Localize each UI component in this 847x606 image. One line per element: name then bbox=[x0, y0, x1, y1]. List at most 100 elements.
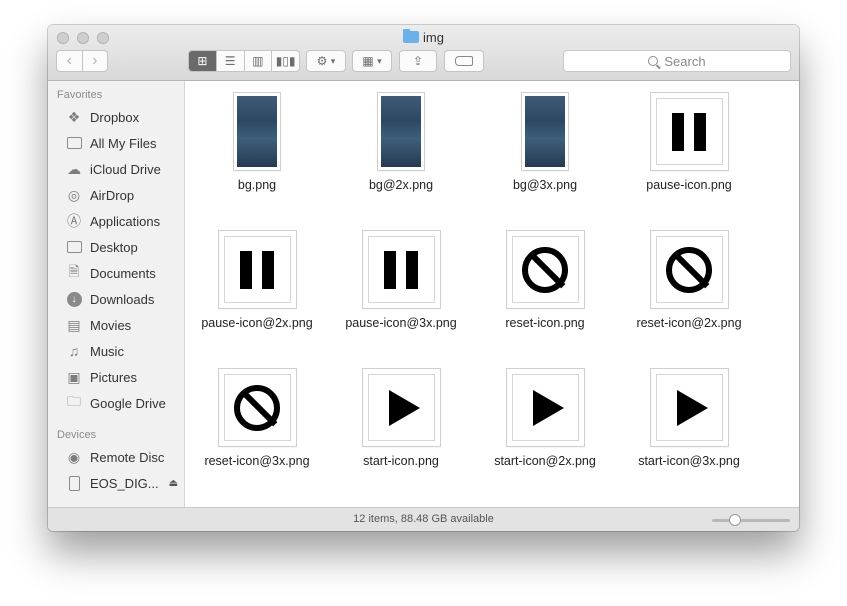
background-preview bbox=[525, 96, 565, 167]
pause-icon bbox=[362, 231, 440, 308]
list-icon: ☰ bbox=[224, 54, 236, 68]
all-files-icon bbox=[65, 135, 83, 151]
sidebar-item-label: Desktop bbox=[90, 239, 138, 255]
tags-button[interactable] bbox=[444, 50, 484, 72]
sidebar-item-applications[interactable]: Ⓐ Applications bbox=[65, 210, 160, 232]
sidebar-item-label: All My Files bbox=[90, 135, 157, 151]
background-preview bbox=[381, 96, 421, 167]
chevron-down-icon: ▾ bbox=[330, 55, 336, 66]
sidebar-item-documents[interactable]: 🗎 Documents bbox=[65, 262, 156, 284]
window-title: img bbox=[48, 29, 799, 45]
columns-icon: ▥ bbox=[252, 54, 264, 68]
image-thumbnail bbox=[378, 93, 424, 170]
sidebar-item-label: Documents bbox=[90, 265, 156, 281]
file-name: pause-icon@3x.png bbox=[345, 316, 457, 330]
documents-icon: 🗎 bbox=[68, 263, 80, 279]
sidebar-item-label: Downloads bbox=[90, 291, 155, 307]
thumbnail-frame bbox=[655, 374, 723, 441]
file-item[interactable]: bg.png bbox=[185, 93, 329, 192]
sidebar-item-icloud-drive[interactable]: ☁ iCloud Drive bbox=[65, 158, 161, 180]
file-item[interactable]: start-icon@3x.png bbox=[617, 369, 761, 468]
back-button[interactable]: ‹ bbox=[57, 51, 83, 71]
reset-icon bbox=[506, 231, 584, 308]
sidebar-header-favorites: Favorites bbox=[57, 89, 103, 101]
thumbnail-frame bbox=[223, 236, 291, 303]
sidebar-item-eos-digital[interactable]: EOS_DIG... ⏏ bbox=[65, 472, 178, 494]
file-name: pause-icon@2x.png bbox=[201, 316, 313, 330]
folder-icon: 🗀 bbox=[67, 393, 81, 409]
search-field[interactable]: Search bbox=[563, 50, 791, 72]
sidebar-item-label: Applications bbox=[90, 213, 161, 229]
image-thumbnail bbox=[522, 93, 568, 170]
play-icon bbox=[506, 369, 584, 446]
file-grid: bg.png bg@2x.png bg@3x.png pause-icon.png pa… bbox=[185, 81, 799, 507]
music-icon: ♫ bbox=[68, 343, 80, 359]
file-item[interactable]: reset-icon@2x.png bbox=[617, 231, 761, 330]
sidebar-item-google-drive[interactable]: 🗀 Google Drive bbox=[65, 392, 166, 414]
status-bar: 12 items, 88.48 GB available bbox=[48, 507, 799, 531]
file-item[interactable]: bg@3x.png bbox=[473, 93, 617, 192]
view-mode-control: ⊞ ☰ ▥ ▮▯▮ bbox=[188, 50, 300, 72]
back-forward-control: ‹ › bbox=[56, 50, 108, 72]
sidebar-item-desktop[interactable]: Desktop bbox=[65, 236, 138, 258]
sidebar-item-label: Movies bbox=[90, 317, 132, 333]
icon-size-slider[interactable] bbox=[712, 519, 790, 522]
file-item[interactable]: start-icon.png bbox=[329, 369, 473, 468]
list-view-button[interactable]: ☰ bbox=[217, 51, 245, 71]
action-menu-button[interactable]: ⚙ ▾ bbox=[306, 50, 346, 72]
chevron-right-icon: › bbox=[92, 52, 98, 69]
arrange-icon: ▦ bbox=[362, 54, 374, 68]
sidebar-item-downloads[interactable]: ↓ Downloads bbox=[65, 288, 154, 310]
folder-icon bbox=[403, 29, 420, 43]
pause-icon bbox=[650, 93, 728, 170]
forward-button[interactable]: › bbox=[83, 51, 108, 71]
cloud-icon: ☁ bbox=[67, 160, 81, 177]
airdrop-icon: ◎ bbox=[67, 186, 81, 203]
disc-icon: ◉ bbox=[67, 448, 81, 465]
titlebar: img ‹ › ⊞ ☰ ▥ ▮▯▮ ⚙ ▾ ▦ ▾ ⇪ Search bbox=[48, 25, 799, 81]
file-name: reset-icon@2x.png bbox=[636, 316, 742, 330]
image-thumbnail bbox=[234, 93, 280, 170]
column-view-button[interactable]: ▥ bbox=[245, 51, 273, 71]
cover-flow-button[interactable]: ▮▯▮ bbox=[272, 51, 299, 71]
file-name: start-icon@2x.png bbox=[494, 454, 596, 468]
sidebar-item-pictures[interactable]: ▣ Pictures bbox=[65, 366, 137, 388]
sidebar-item-airdrop[interactable]: ◎ AirDrop bbox=[65, 184, 134, 206]
play-icon bbox=[650, 369, 728, 446]
file-item[interactable]: reset-icon.png bbox=[473, 231, 617, 330]
file-item[interactable]: pause-icon@2x.png bbox=[185, 231, 329, 330]
sidebar-header-devices: Devices bbox=[57, 429, 97, 441]
file-name: bg.png bbox=[237, 178, 277, 192]
file-item[interactable]: bg@2x.png bbox=[329, 93, 473, 192]
applications-icon: Ⓐ bbox=[67, 213, 81, 229]
icon-view-button[interactable]: ⊞ bbox=[189, 51, 217, 71]
arrange-button[interactable]: ▦ ▾ bbox=[352, 50, 392, 72]
search-placeholder: Search bbox=[664, 53, 706, 69]
sidebar-item-all-my-files[interactable]: All My Files bbox=[65, 132, 156, 154]
sidebar-item-dropbox[interactable]: ❖ Dropbox bbox=[65, 106, 139, 128]
file-item[interactable]: reset-icon@3x.png bbox=[185, 369, 329, 468]
pause-icon bbox=[218, 231, 296, 308]
file-item[interactable]: start-icon@2x.png bbox=[473, 369, 617, 468]
drive-icon bbox=[65, 475, 83, 491]
sidebar-item-music[interactable]: ♫ Music bbox=[65, 340, 124, 362]
thumbnail-frame bbox=[655, 98, 723, 165]
sidebar-item-remote-disc[interactable]: ◉ Remote Disc bbox=[65, 446, 165, 468]
sidebar-item-label: AirDrop bbox=[90, 187, 135, 203]
cover-flow-icon: ▮▯▮ bbox=[275, 54, 296, 68]
reset-icon bbox=[650, 231, 728, 308]
eject-icon[interactable]: ⏏ bbox=[169, 478, 178, 489]
share-button[interactable]: ⇪ bbox=[399, 50, 437, 72]
file-item[interactable]: pause-icon@3x.png bbox=[329, 231, 473, 330]
sidebar-item-movies[interactable]: ▤ Movies bbox=[65, 314, 131, 336]
pictures-icon: ▣ bbox=[67, 368, 81, 385]
thumbnail-frame bbox=[367, 374, 435, 441]
gear-icon: ⚙ bbox=[316, 54, 328, 68]
dropbox-icon: ❖ bbox=[67, 108, 81, 125]
file-name: start-icon@3x.png bbox=[638, 454, 740, 468]
sidebar-item-label: Dropbox bbox=[90, 109, 140, 125]
status-text: 12 items, 88.48 GB available bbox=[353, 513, 494, 525]
sidebar-item-label: Google Drive bbox=[90, 395, 166, 411]
file-item[interactable]: pause-icon.png bbox=[617, 93, 761, 192]
play-icon bbox=[362, 369, 440, 446]
